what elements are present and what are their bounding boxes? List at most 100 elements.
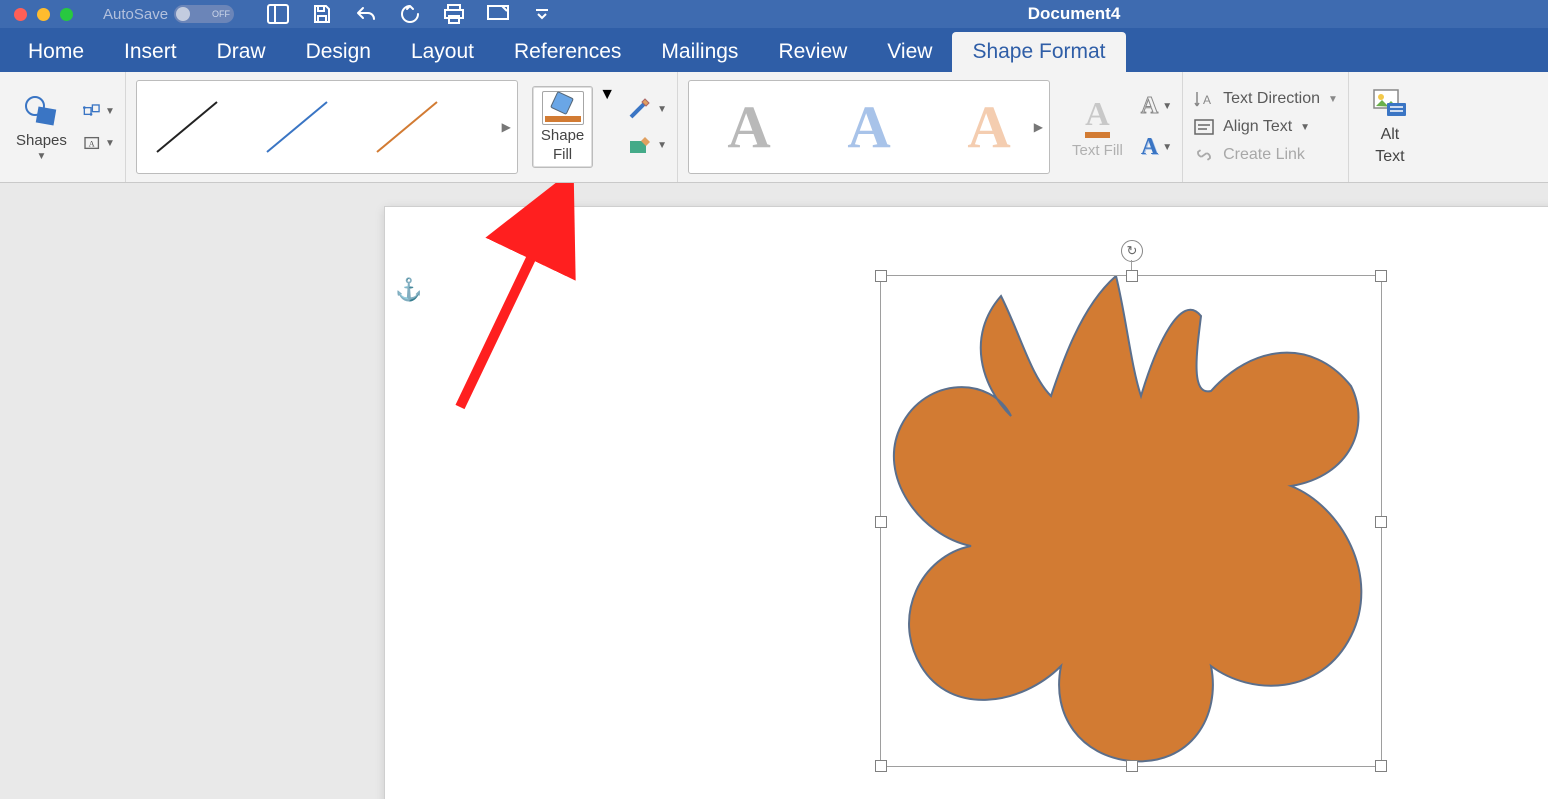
tab-layout[interactable]: Layout [391, 32, 494, 72]
chevron-down-icon: ▼ [657, 104, 667, 115]
shape-fill-label-1: Shape [541, 127, 584, 144]
tab-draw[interactable]: Draw [197, 32, 286, 72]
chevron-down-icon: ▼ [36, 151, 46, 162]
text-outline-button[interactable]: A ▼ [1141, 93, 1172, 120]
qat-more-icon[interactable] [530, 2, 554, 26]
text-outline-icon: A [1141, 93, 1158, 120]
wordart-preset-2[interactable]: A [847, 93, 890, 162]
resize-handle-tr[interactable] [1375, 270, 1387, 282]
tab-design[interactable]: Design [286, 32, 391, 72]
shapes-label: Shapes [16, 132, 67, 149]
freeform-shape[interactable] [881, 276, 1381, 766]
autosave-switch[interactable]: OFF [174, 5, 234, 23]
shape-outline-button[interactable]: ▼ [627, 97, 667, 121]
link-icon [1193, 146, 1215, 164]
style-preset-1[interactable] [147, 92, 227, 162]
ribbon: Shapes ▼ ▼ A ▼ ▶ [0, 72, 1548, 183]
resize-handle-bm[interactable] [1126, 760, 1138, 772]
svg-text:A: A [1203, 93, 1211, 107]
anchor-icon: ⚓ [395, 277, 422, 303]
wordart-gallery[interactable]: A A A ▶ [688, 80, 1050, 174]
text-fill-button[interactable]: A Text Fill [1064, 96, 1131, 159]
alt-text-label-2: Text [1375, 148, 1404, 166]
group-text: A Text Direction ▼ Align Text ▼ C [1183, 72, 1349, 182]
tab-insert[interactable]: Insert [104, 32, 197, 72]
resize-handle-tl[interactable] [875, 270, 887, 282]
redo-icon[interactable] [398, 2, 422, 26]
page[interactable]: ⚓ ↻ [385, 207, 1548, 799]
create-link-label: Create Link [1223, 146, 1305, 164]
chevron-down-icon: ▼ [1328, 94, 1338, 105]
tab-home[interactable]: Home [8, 32, 104, 72]
alt-text-button[interactable]: Alt Text [1359, 89, 1421, 166]
shape-fill-button[interactable]: Shape Fill [532, 86, 593, 169]
save-icon[interactable] [310, 2, 334, 26]
quick-access-toolbar [266, 2, 554, 26]
gallery-more-icon[interactable]: ▶ [502, 120, 511, 134]
resize-handle-bl[interactable] [875, 760, 887, 772]
text-box-button[interactable]: A ▼ [83, 131, 115, 155]
window-minimize-button[interactable] [37, 8, 50, 21]
shapes-icon [22, 92, 60, 130]
svg-text:A: A [89, 139, 95, 148]
group-accessibility: Alt Text [1349, 72, 1431, 182]
qat-template-icon[interactable] [266, 2, 290, 26]
edit-shape-button[interactable]: ▼ [83, 99, 115, 123]
shape-effects-button[interactable]: ▼ [627, 133, 667, 157]
wordart-preset-3[interactable]: A [967, 93, 1010, 162]
text-fill-icon: A [1085, 96, 1110, 138]
resize-handle-ml[interactable] [875, 516, 887, 528]
align-text-label: Align Text [1223, 118, 1292, 136]
align-text-icon [1193, 118, 1215, 136]
window-close-button[interactable] [14, 8, 27, 21]
tab-shape-format[interactable]: Shape Format [952, 32, 1125, 72]
tab-review[interactable]: Review [758, 32, 867, 72]
chevron-down-icon[interactable]: ▼ [599, 86, 615, 104]
chevron-down-icon: ▼ [1162, 101, 1172, 112]
wordart-preset-1[interactable]: A [727, 93, 770, 162]
gallery-more-icon[interactable]: ▶ [1034, 120, 1043, 134]
text-effects-icon: A [1141, 134, 1158, 161]
qat-customize-icon[interactable] [486, 2, 510, 26]
autosave-toggle[interactable]: AutoSave OFF [103, 5, 234, 23]
document-title: Document4 [1028, 4, 1121, 24]
chevron-down-icon: ▼ [105, 138, 115, 149]
paint-bucket-icon [542, 91, 584, 125]
shape-selection[interactable]: ↻ [880, 275, 1382, 767]
resize-handle-mr[interactable] [1375, 516, 1387, 528]
alt-text-label-1: Alt [1381, 126, 1400, 144]
tab-references[interactable]: References [494, 32, 641, 72]
chevron-down-icon: ▼ [105, 106, 115, 117]
resize-handle-br[interactable] [1375, 760, 1387, 772]
shape-fill-label-2: Fill [553, 146, 572, 163]
chevron-down-icon: ▼ [657, 140, 667, 151]
create-link-button[interactable]: Create Link [1193, 146, 1338, 164]
align-text-button[interactable]: Align Text ▼ [1193, 118, 1338, 136]
undo-icon[interactable] [354, 2, 378, 26]
rotate-handle[interactable]: ↻ [1121, 240, 1143, 262]
print-icon[interactable] [442, 2, 466, 26]
window-zoom-button[interactable] [60, 8, 73, 21]
shapes-button[interactable]: Shapes ▼ [10, 88, 73, 166]
text-direction-icon: A [1193, 90, 1215, 108]
alt-text-icon [1373, 89, 1407, 122]
style-preset-2[interactable] [257, 92, 337, 162]
document-area[interactable]: ⚓ ↻ [0, 183, 1548, 799]
autosave-state: OFF [212, 9, 230, 19]
autosave-label: AutoSave [103, 6, 168, 23]
group-insert-shapes: Shapes ▼ ▼ A ▼ [0, 72, 126, 182]
group-shape-styles: ▶ Shape Fill ▼ ▼ ▼ [126, 72, 678, 182]
group-wordart-styles: A A A ▶ A Text Fill A ▼ A ▼ [678, 72, 1183, 182]
titlebar: AutoSave OFF [0, 0, 1548, 28]
text-direction-button[interactable]: A Text Direction ▼ [1193, 90, 1338, 108]
text-effects-button[interactable]: A ▼ [1141, 134, 1172, 161]
text-fill-label: Text Fill [1072, 142, 1123, 159]
tab-view[interactable]: View [867, 32, 952, 72]
ribbon-tabs: Home Insert Draw Design Layout Reference… [0, 28, 1548, 72]
shape-styles-gallery[interactable]: ▶ [136, 80, 518, 174]
text-direction-label: Text Direction [1223, 90, 1320, 108]
chevron-down-icon: ▼ [1300, 122, 1310, 133]
tab-mailings[interactable]: Mailings [641, 32, 758, 72]
resize-handle-tm[interactable] [1126, 270, 1138, 282]
style-preset-3[interactable] [367, 92, 447, 162]
